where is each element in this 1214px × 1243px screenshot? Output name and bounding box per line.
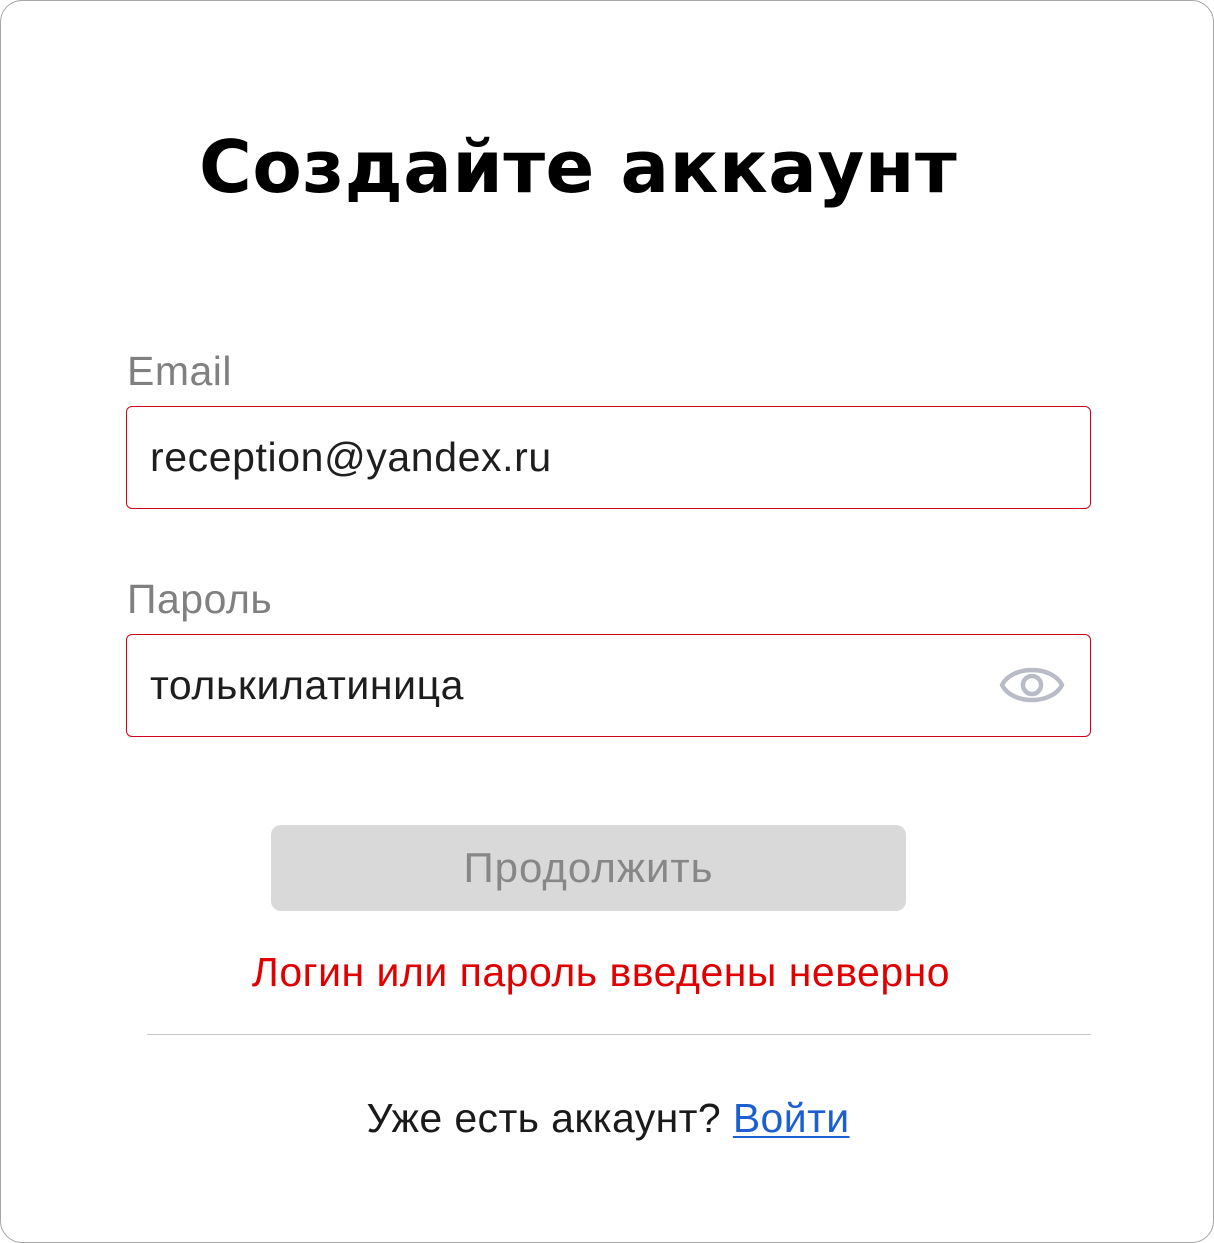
email-input[interactable] <box>150 407 970 508</box>
email-label: Email <box>127 348 233 394</box>
login-prompt: Уже есть аккаунт? Войти <box>1 1092 1214 1144</box>
login-prompt-text: Уже есть аккаунт? <box>366 1095 733 1141</box>
eye-icon[interactable] <box>998 657 1066 713</box>
password-field-box <box>126 634 1091 737</box>
signup-card: Создайте аккаунт Email Пароль Продолжить… <box>0 0 1214 1243</box>
continue-button[interactable]: Продолжить <box>271 825 906 911</box>
divider <box>147 1034 1091 1035</box>
page-title: Создайте аккаунт <box>199 125 958 209</box>
login-link[interactable]: Войти <box>733 1095 850 1141</box>
password-input[interactable] <box>150 635 970 736</box>
email-field-box <box>126 406 1091 509</box>
password-label: Пароль <box>127 576 273 622</box>
error-message: Логин или пароль введены неверно <box>251 949 951 995</box>
